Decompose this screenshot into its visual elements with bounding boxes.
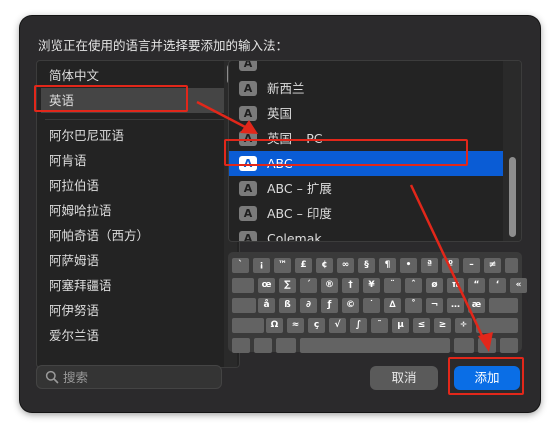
arrow-to-add-icon <box>409 184 493 352</box>
annotation-arrows <box>196 100 493 352</box>
arrow-to-abc-icon <box>196 100 258 134</box>
